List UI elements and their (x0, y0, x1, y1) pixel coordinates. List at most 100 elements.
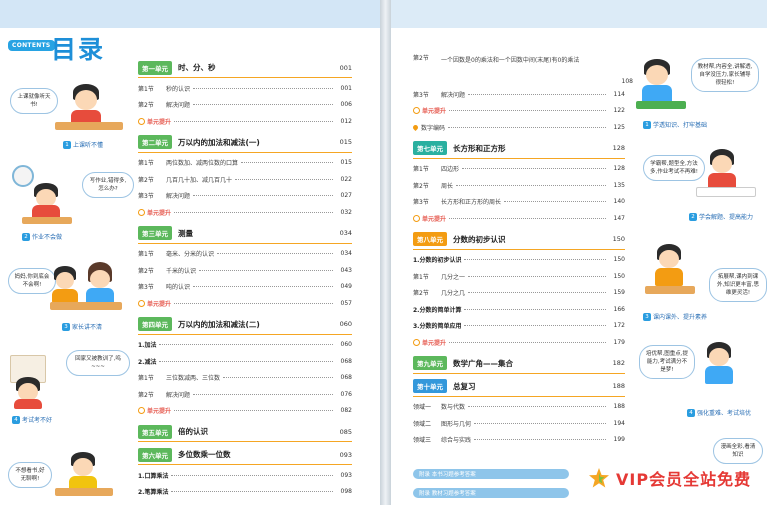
unit-tag: 第八单元 (413, 232, 447, 246)
section-number: 第3节 (138, 193, 154, 201)
bubble-3: 拓展帮,课内到课外,知识更丰富,思维更灵活! (709, 268, 767, 302)
kid-illustration (691, 340, 751, 400)
section-number: 第3节 (413, 199, 429, 207)
page-number: 027 (340, 192, 352, 200)
caption-3: 3 家长讲不清 (62, 322, 102, 331)
toc-right: 第2节 一个因数是0的乘法和一个因数中间(末尾)有0的乘法 108 第3节 解决问题 11… (411, 53, 633, 449)
toc-row: 领域一 数与代数 188 (413, 399, 625, 416)
unit-title: 分数的初步认识 (453, 234, 506, 244)
leader-dots (468, 275, 606, 277)
page-number: 043 (340, 266, 352, 274)
page-number: 022 (340, 175, 352, 183)
unit-boost-icon (138, 407, 145, 415)
toc-row: 2.分数的简单计算 166 (413, 301, 625, 318)
kid-illustration (696, 145, 756, 205)
kid-illustration (55, 450, 115, 505)
location-pin-icon (411, 123, 420, 131)
contents-badge: CONTENTS (8, 40, 55, 51)
unit-page-number: 150 (612, 235, 625, 243)
vip-text: VIP会员全站免费 (616, 470, 752, 489)
unit-header: 第五单元 倍的认识 085 (138, 422, 352, 442)
toc-row: 第3节 解决问题 114 (413, 86, 625, 103)
leader-dots (464, 325, 606, 327)
toc-row: 第1节 秒的认识 001 (138, 80, 352, 97)
unit-tag: 第五单元 (138, 424, 172, 439)
leader-dots (468, 406, 606, 408)
toc-row: 第2节 千米的认识 043 (138, 262, 352, 279)
section-number: 第2节 (413, 182, 429, 190)
unit-title: 数学广角——集合 (453, 358, 513, 368)
kid-illustration (10, 355, 65, 410)
page-number: 068 (340, 357, 352, 365)
unit-page-number: 182 (612, 359, 625, 367)
page-number: 114 (613, 90, 625, 98)
section-title: 2.分数的简单计算 (413, 306, 462, 314)
top-band (391, 0, 767, 28)
section-title: 1.口算乘法 (138, 472, 169, 480)
page-number: 034 (340, 250, 352, 258)
leader-dots (474, 422, 606, 424)
section-title: 几百几十加、减几百几十 (166, 176, 233, 184)
page-number: 032 (340, 208, 352, 216)
page-number: 179 (613, 338, 625, 346)
section-title: 一个因数是0的乘法和一个因数中间(末尾)有0的乘法 (441, 57, 580, 64)
toc-row: 单元提升 147 (413, 210, 625, 227)
section-number: 第1节 (138, 375, 154, 383)
unit-title: 多位数乘一位数 (178, 450, 231, 459)
unit-header: 第八单元 分数的初步认识 150 (413, 230, 625, 250)
page-number: 125 (613, 123, 625, 131)
toc-row: 第3节 吨的认识 049 (138, 279, 352, 296)
unit-page-number: 060 (339, 320, 352, 328)
toc-row: 1.加法 060 (138, 337, 352, 354)
unit-page-number: 001 (339, 63, 352, 72)
toc-row: 数字编码 125 (411, 119, 625, 136)
unit-title: 测量 (178, 228, 193, 238)
page-number: 188 (613, 403, 625, 411)
unit-boost-icon (413, 338, 420, 346)
page-number: 068 (340, 374, 352, 382)
section-number: 领域三 (413, 437, 432, 445)
bubble-5: 漫画全彩,看清知识 (713, 438, 763, 464)
bubble-1: 教材帮,内容全,讲解透,自学没压力,家长辅导很轻松! (691, 58, 759, 92)
leader-dots (223, 377, 333, 379)
toc-row: 领域三 综合与实践 199 (413, 432, 625, 449)
unit-title: 长方形和正方形 (453, 143, 506, 153)
section-number: 第3节 (138, 284, 154, 292)
unit-tag: 第一单元 (138, 60, 172, 75)
section-number: 第3节 (413, 91, 429, 99)
leader-dots (171, 474, 333, 476)
section-title: 单元提升 (147, 408, 172, 416)
page-number: 006 (340, 101, 352, 109)
leader-dots (449, 217, 606, 219)
page-number: 015 (340, 159, 352, 167)
leader-dots (193, 87, 333, 89)
unit-header: 第二单元 万以内的加法和减法(一) 015 (138, 133, 352, 153)
leader-dots (193, 195, 333, 197)
section-title: 单元提升 (147, 209, 172, 217)
unit-tag: 第四单元 (138, 317, 172, 331)
section-title: 单元提升 (422, 339, 447, 347)
section-title: 周长 (441, 182, 454, 190)
leader-dots (448, 126, 606, 128)
unit-boost-icon (138, 299, 145, 307)
unit-tag: 第三单元 (138, 226, 172, 240)
section-title: 单元提升 (147, 118, 172, 126)
unit-tag: 第七单元 (413, 141, 447, 155)
unit-page-number: 128 (612, 144, 625, 152)
unit-title: 倍的认识 (178, 427, 208, 436)
section-number: 第1节 (413, 273, 429, 281)
leader-dots (462, 168, 606, 170)
section-title: 长方形和正方形的周长 (441, 199, 502, 207)
leader-dots (241, 162, 333, 164)
leader-dots (193, 104, 333, 106)
leader-dots (235, 178, 333, 180)
book-gutter (380, 0, 391, 505)
section-number: 第2节 (138, 391, 154, 399)
page-number: 098 (340, 488, 352, 496)
toc-row: 1.分数的初步认识 150 (413, 252, 625, 269)
unit-header: 第一单元 时、分、秒 001 (138, 58, 352, 78)
leader-dots (159, 344, 333, 346)
leader-dots (456, 184, 606, 186)
toc-row: 单元提升 179 (413, 334, 625, 351)
section-number: 第1节 (138, 85, 154, 93)
